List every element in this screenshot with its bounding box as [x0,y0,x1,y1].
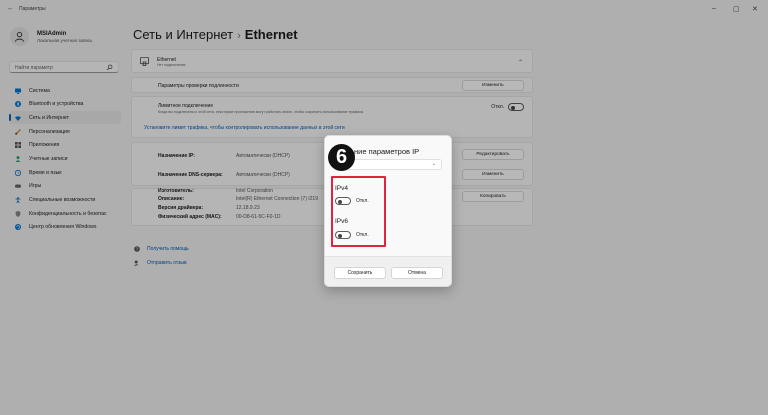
ip-settings-dialog: ние параметров IP ⌄ 6 IPv4 Откл. IPv6 От… [324,135,452,287]
dialog-title: ние параметров IP [354,147,420,156]
cancel-button[interactable]: Отмена [391,267,443,279]
ipv4-toggle-row: Откл. [335,197,369,205]
dialog-footer: Сохранить Отмена [325,256,451,286]
step-number-badge: 6 [328,144,355,171]
save-button[interactable]: Сохранить [334,267,386,279]
chevron-down-icon: ⌄ [431,161,436,167]
ipv6-toggle[interactable] [335,231,351,239]
ipv4-state-label: Откл. [356,198,369,204]
ipv6-label: IPv6 [335,218,349,225]
ipv6-toggle-row: Откл. [335,231,369,239]
ipv4-toggle[interactable] [335,197,351,205]
ipv6-state-label: Откл. [356,232,369,238]
ipv4-label: IPv4 [335,185,349,192]
